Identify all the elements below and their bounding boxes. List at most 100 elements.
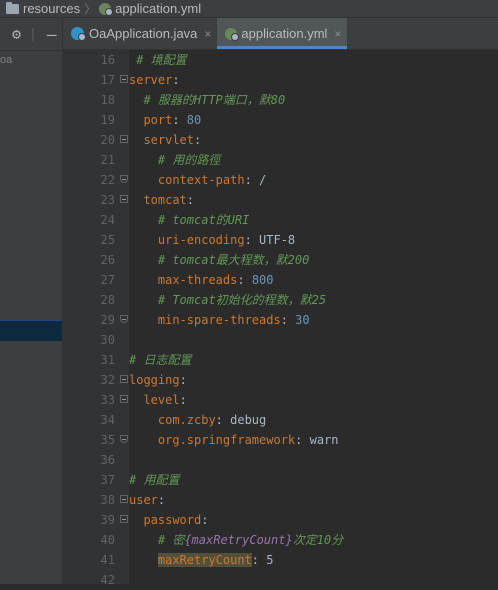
line-number: 39 [100, 513, 115, 527]
code-line[interactable]: 37 # 用配置 [63, 470, 498, 490]
line-number: 17 [100, 73, 115, 87]
comment-token: 次定10分 [292, 533, 344, 547]
code-line[interactable]: 29 min-spare-threads: 30 [63, 310, 498, 330]
line-number: 31 [100, 353, 115, 367]
value-token: : warn [295, 433, 339, 447]
value-token: : [157, 493, 166, 507]
fold-marker-icon[interactable] [120, 375, 128, 383]
code-text: # tomcat的URI [158, 210, 249, 230]
value-token: : [186, 193, 195, 207]
value-token: : [172, 73, 180, 87]
comment-token: # 密 [157, 533, 185, 547]
comment-token: # 用的路徑 [157, 153, 221, 167]
gear-icon[interactable]: ⚙ [12, 25, 21, 43]
tab-label: application.yml [241, 26, 328, 41]
code-line[interactable]: 21 # 用的路徑 [63, 150, 498, 170]
comment-token: # tomcat的URI [157, 213, 250, 227]
value-token: : [179, 373, 187, 387]
fold-marker-icon[interactable] [120, 135, 128, 143]
code-line[interactable]: 17 server: [63, 70, 498, 90]
code-line[interactable]: 24 # tomcat的URI [63, 210, 498, 230]
code-line[interactable]: 35 org.springframework: warn [63, 430, 498, 450]
fold-marker-icon[interactable] [120, 435, 128, 443]
folder-icon [6, 1, 19, 14]
value-token: : UTF-8 [244, 233, 296, 247]
code-line[interactable]: 26 # tomcat最大程数，默200 [63, 250, 498, 270]
code-text: max-threads: 800 [158, 270, 274, 290]
code-line[interactable]: 22 context-path: / [63, 170, 498, 190]
code-text: # tomcat最大程数，默200 [158, 250, 309, 270]
code-line[interactable]: 41 maxRetryCount: 5 [63, 550, 498, 570]
code-line[interactable]: 31 # 日志配置 [63, 350, 498, 370]
value-token: : [237, 273, 252, 287]
line-number: 22 [100, 173, 115, 187]
line-number: 19 [100, 113, 115, 127]
code-text: # 境配置 [136, 50, 186, 70]
code-line[interactable]: 25 uri-encoding: UTF-8 [63, 230, 498, 250]
line-number: 28 [100, 293, 115, 307]
code-line[interactable]: 30 [63, 330, 498, 350]
code-text: user: [129, 490, 165, 510]
code-text: # 服器的HTTP端口，默80 [143, 90, 285, 110]
code-line[interactable]: 18 # 服器的HTTP端口，默80 [63, 90, 498, 110]
comment-token: {maxRetryCount} [184, 533, 293, 547]
editor-tabs: OaApplication.java × application.yml × [63, 18, 498, 50]
code-line[interactable]: 20 servlet: [63, 130, 498, 150]
code-line[interactable]: 34 com.zcby: debug [63, 410, 498, 430]
fold-marker-icon[interactable] [120, 75, 128, 83]
code-editor[interactable]: 16 # 境配置 17 server: 18 # 服器的HTTP端口，默80 19 port:… [63, 50, 498, 587]
fold-marker-icon[interactable] [120, 195, 128, 203]
line-number: 21 [100, 153, 115, 167]
fold-marker-icon[interactable] [120, 175, 128, 183]
value-token: : [194, 133, 202, 147]
collapse-icon[interactable]: – [47, 25, 57, 44]
line-number: 30 [100, 333, 115, 347]
code-text: com.zcby: debug [158, 410, 266, 430]
code-line[interactable]: 38 user: [63, 490, 498, 510]
value-token: : [280, 313, 296, 327]
line-number: 40 [100, 533, 115, 547]
code-text: level: [143, 390, 186, 410]
code-line[interactable]: 28 # Tomcat初始化的程数，默25 [63, 290, 498, 310]
code-line[interactable]: 16 # 境配置 [63, 50, 498, 70]
code-line[interactable]: 32 logging: [63, 370, 498, 390]
fold-marker-icon[interactable] [120, 395, 128, 403]
tab-application-yml[interactable]: application.yml × [217, 18, 348, 49]
code-line[interactable]: 39 password: [63, 510, 498, 530]
tab-oaapplication-java[interactable]: OaApplication.java × [63, 18, 217, 49]
key-token: tomcat [143, 193, 187, 207]
code-line[interactable]: 36 [63, 450, 498, 470]
fold-marker-icon[interactable] [120, 315, 128, 323]
breadcrumb: resources 〉 application.yml [0, 0, 498, 18]
code-line[interactable]: 40 # 密{maxRetryCount}次定10分 [63, 530, 498, 550]
toolbar-divider: | [29, 26, 37, 42]
yaml-file-icon [99, 2, 114, 16]
line-number: 26 [100, 253, 115, 267]
key-token: context-path [157, 173, 245, 187]
fold-marker-icon[interactable] [120, 515, 128, 523]
breadcrumb-folder[interactable]: resources [0, 1, 80, 16]
project-sidebar: ⚙ | – oa [0, 18, 63, 584]
close-icon[interactable]: × [204, 27, 211, 41]
code-line[interactable]: 27 max-threads: 800 [63, 270, 498, 290]
value-token: 800 [251, 273, 274, 287]
code-text: # 用配置 [129, 470, 179, 490]
key-token: maxRetryCount [157, 553, 252, 567]
line-number: 32 [100, 373, 115, 387]
key-token: port [143, 113, 173, 127]
code-line[interactable]: 42 [63, 570, 498, 590]
code-line[interactable]: 19 port: 80 [63, 110, 498, 130]
sidebar-selected-row[interactable] [0, 320, 62, 341]
fold-marker-icon[interactable] [120, 495, 128, 503]
code-text: port: 80 [143, 110, 201, 130]
code-line[interactable]: 33 level: [63, 390, 498, 410]
yaml-file-icon [225, 27, 240, 41]
code-text: min-spare-threads: 30 [158, 310, 310, 330]
value-token: : [179, 393, 187, 407]
key-token: max-threads [157, 273, 238, 287]
sidebar-tree-item-partial[interactable]: oa [0, 54, 12, 66]
close-icon[interactable]: × [334, 27, 341, 41]
code-line[interactable]: 23 tomcat: [63, 190, 498, 210]
breadcrumb-file[interactable]: application.yml [99, 1, 201, 16]
code-text: password: [143, 510, 208, 530]
